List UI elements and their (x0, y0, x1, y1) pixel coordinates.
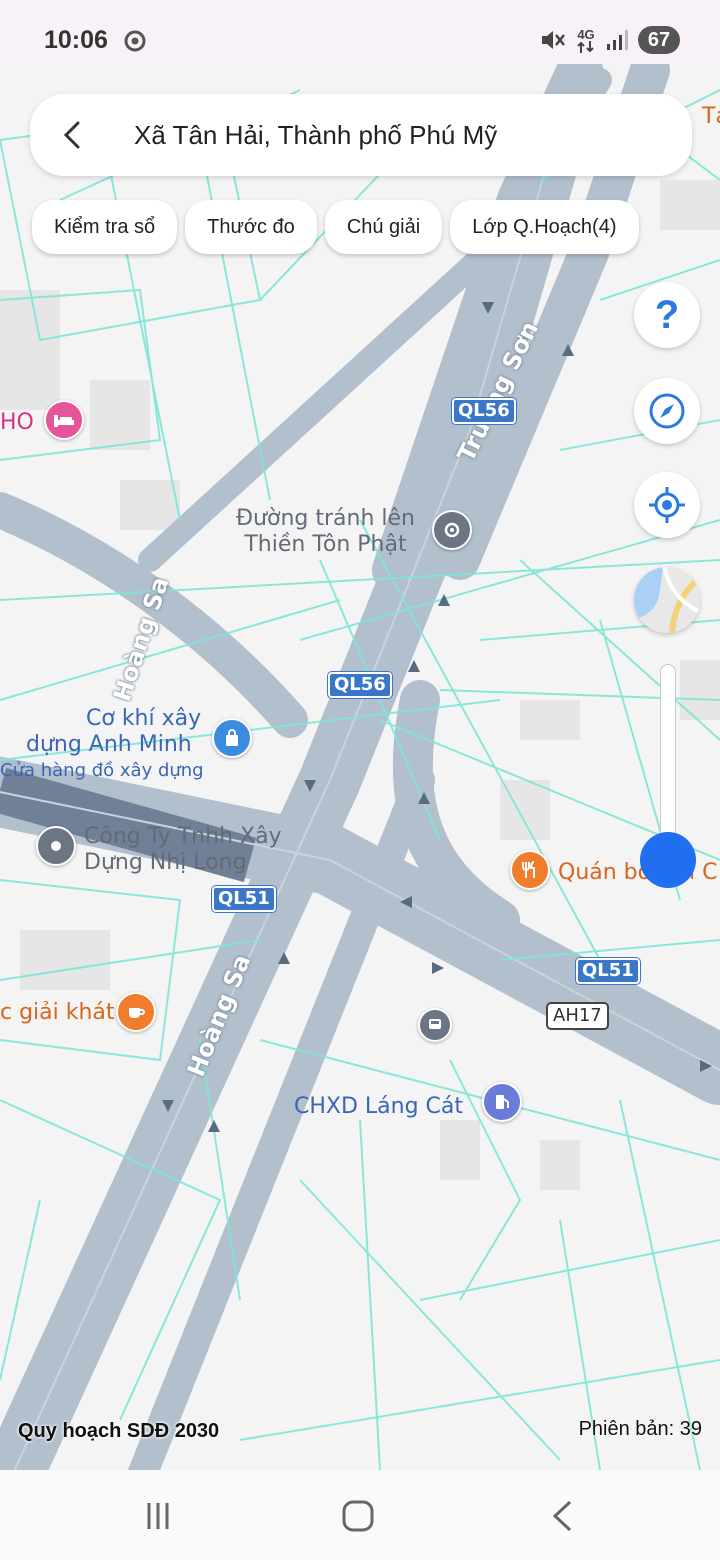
place-label-hotel[interactable]: HO (0, 410, 34, 435)
place-category-co-khi: Cửa hàng đồ xây dựng (0, 760, 204, 781)
shopping-bag-pin-icon[interactable] (212, 718, 252, 758)
highway-shield-ql51: QL51 (212, 886, 276, 912)
temple-pin-icon[interactable] (432, 510, 472, 550)
status-indicators: 4G 67 (540, 24, 680, 56)
chip-kiem-tra-so[interactable]: Kiểm tra sổ (32, 200, 178, 254)
highway-shield-ql56: QL56 (452, 398, 516, 424)
version-label: Phiên bản: 39 (578, 1418, 702, 1440)
chip-chu-giai[interactable]: Chú giải (324, 200, 443, 254)
plan-name-label: Quy hoạch SDĐ 2030 (18, 1420, 220, 1442)
place-label-line: Thiền Tôn Phật (244, 532, 407, 557)
recent-apps-button[interactable] (136, 1496, 180, 1536)
back-arrow-icon (63, 121, 80, 149)
system-navigation-bar (0, 1470, 720, 1560)
restaurant-pin-icon[interactable] (510, 850, 550, 890)
location-search-bar[interactable]: Xã Tân Hải, Thành phố Phú Mỹ (30, 94, 692, 176)
recent-apps-icon (147, 1503, 169, 1529)
place-label-line: Dựng Nhị Long (84, 850, 247, 875)
my-location-button[interactable] (634, 472, 700, 538)
system-back-icon (552, 1500, 572, 1532)
crosshair-icon (649, 487, 685, 523)
map-thumbnail-icon (634, 567, 700, 633)
place-label-giai-khat[interactable]: c giải khát (0, 1000, 115, 1025)
highway-shield-ql51: QL51 (576, 958, 640, 984)
action-chip-row: Kiểm tra sổ Thước đo Chú giải Lớp Q.Hoạc… (32, 200, 639, 254)
chip-thuoc-do[interactable]: Thước đo (185, 200, 317, 254)
back-button[interactable] (52, 115, 92, 155)
status-bar: 10:06 4G 67 (0, 0, 720, 64)
map-layer-button[interactable] (634, 567, 700, 633)
opacity-slider-track[interactable] (660, 664, 676, 860)
map-canvas[interactable]: Đường tránh lên Thiền Tôn Phật Cơ khí xâ… (0, 64, 720, 1470)
place-label-line: Công Ty Tnhh Xây (84, 824, 282, 849)
network-type-icon: 4G (576, 28, 596, 53)
highway-shield-ql56: QL56 (328, 672, 392, 698)
signal-icon (607, 30, 628, 50)
place-label-chxd[interactable]: CHXD Láng Cát (294, 1094, 463, 1120)
hotel-pin-icon[interactable] (44, 400, 84, 440)
system-back-button[interactable] (540, 1496, 584, 1536)
place-label-line: Cơ khí xây (86, 706, 202, 731)
highway-shield-ah17: AH17 (546, 1002, 609, 1030)
help-icon: ? (654, 292, 680, 337)
bus-stop-icon[interactable] (418, 1008, 452, 1042)
place-label-line: Đường tránh lên (236, 506, 415, 531)
status-time: 10:06 (44, 26, 108, 54)
location-pin-icon[interactable] (36, 826, 76, 866)
network-type-label: 4G (577, 26, 595, 42)
chip-lop-quy-hoach[interactable]: Lớp Q.Hoạch(4) (450, 200, 639, 254)
place-label-co-khi[interactable]: Cơ khí xây (86, 706, 201, 732)
place-label-top-right[interactable]: Tạ (702, 104, 720, 129)
chrome-icon (124, 30, 146, 52)
location-title: Xã Tân Hải, Thành phố Phú Mỹ (134, 120, 498, 150)
help-button[interactable]: ? (634, 282, 700, 348)
place-label-co-khi-2: dựng Anh Minh (26, 732, 192, 757)
gas-station-pin-icon[interactable] (482, 1082, 522, 1122)
place-label-duong-tranh[interactable]: Đường tránh lên Thiền Tôn Phật (236, 506, 415, 558)
place-label-cong-ty[interactable]: Công Ty Tnhh Xây Dựng Nhị Long (84, 824, 282, 876)
data-arrows-icon (577, 40, 594, 53)
mute-icon (542, 31, 565, 49)
compass-icon (649, 393, 685, 429)
battery-indicator: 67 (638, 26, 680, 54)
home-button[interactable] (336, 1496, 380, 1536)
cafe-pin-icon[interactable] (116, 992, 156, 1032)
compass-button[interactable] (634, 378, 700, 444)
opacity-slider-thumb[interactable] (640, 832, 696, 888)
home-icon (342, 1500, 374, 1532)
